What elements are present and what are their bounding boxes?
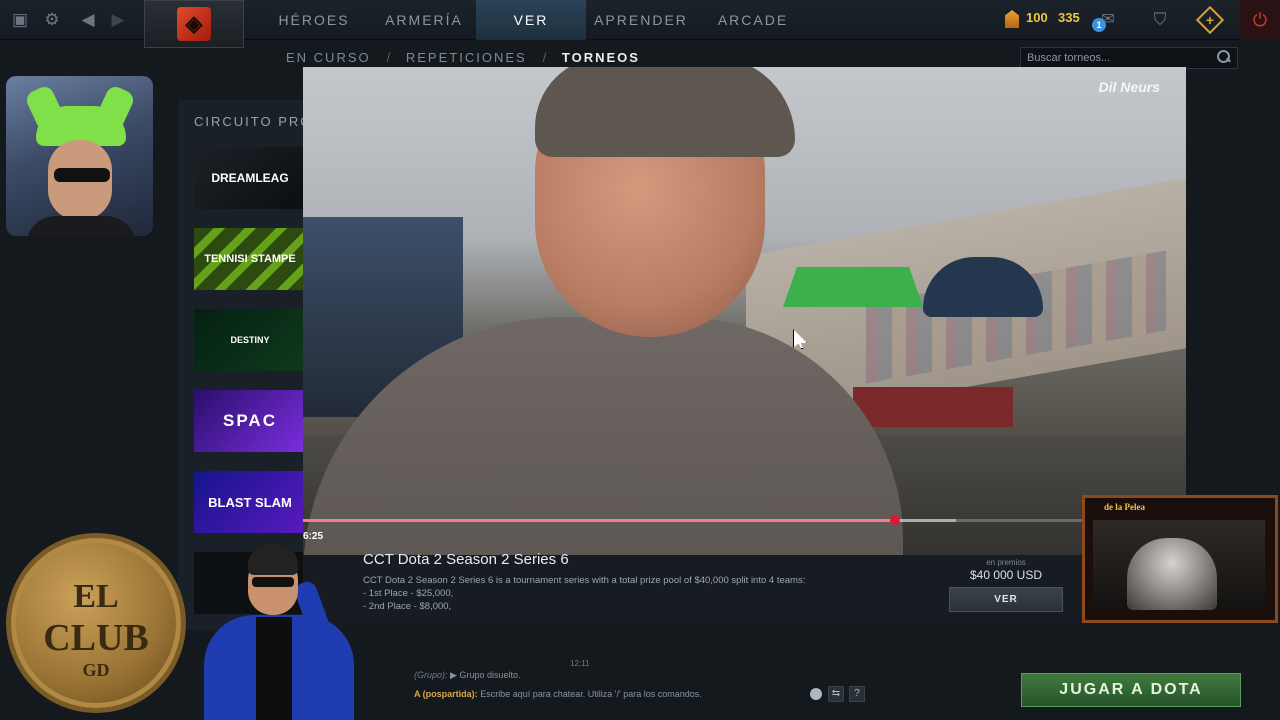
settings-gear-icon[interactable]: ⚙ (42, 10, 62, 30)
chat-text: ▶ Grupo disuelto. (450, 670, 521, 680)
chat-input[interactable]: A (pospartida): Escribe aquí para chatea… (414, 686, 868, 702)
prize-label: en premios (986, 558, 1026, 567)
coin-text-el: EL (73, 578, 119, 615)
black-shirt (256, 617, 292, 720)
tournament-tile-tennisi[interactable]: TENNISI STAMPE (194, 228, 306, 290)
video-person-cap (535, 67, 795, 157)
fight-overlay-image (1093, 520, 1265, 610)
forward-arrow-icon[interactable]: ▶ (108, 10, 128, 30)
subnav-replays[interactable]: REPETICIONES (406, 50, 527, 65)
coin-text-club: CLUB (43, 617, 149, 659)
search-placeholder: Buscar torneos... (1027, 52, 1111, 64)
fight-overlay-label: de la Pelea (1104, 502, 1145, 512)
top-nav-bar: ▣ ⚙ ◀ ▶ ◈ HÉROES ARMERÍA VER APRENDER AR… (0, 0, 1280, 48)
video-player[interactable]: Dil Neurs 6:25 ◉ ▤ (303, 67, 1186, 555)
plus-icon: + (1205, 12, 1215, 28)
tournament-title: CCT Dota 2 Season 2 Series 6 (363, 551, 569, 568)
statue-bust (1127, 538, 1217, 610)
power-icon[interactable]: ⏻ (1240, 0, 1280, 40)
search-tournaments-input[interactable]: Buscar torneos... (1020, 47, 1238, 69)
search-icon[interactable] (1217, 50, 1231, 64)
streamer-hair (248, 545, 298, 575)
dashboard-icon[interactable]: ▣ (10, 10, 30, 30)
description-text: CCT Dota 2 Season 2 Series 6 is a tourna… (363, 575, 806, 586)
tile-label: DESTINY (230, 335, 270, 345)
video-market-stall (853, 387, 1013, 427)
streamer-cutout (190, 545, 360, 720)
chat-help-button[interactable]: ? (849, 686, 865, 702)
chat-target: A (pospartida): (414, 689, 478, 699)
fight-overlay-frame (1082, 495, 1278, 623)
dota-plus-button[interactable]: + (1195, 5, 1225, 35)
armor-icon[interactable]: ⛉ (1150, 10, 1170, 30)
tournament-tile-space[interactable]: SPAC (194, 390, 306, 452)
video-green-tent (783, 267, 923, 307)
gold-count: 335 (1058, 10, 1080, 25)
back-arrow-icon[interactable]: ◀ (78, 10, 98, 30)
tab-learn[interactable]: APRENDER (590, 0, 692, 40)
subnav-live[interactable]: EN CURSO (286, 50, 371, 65)
video-progress-bar[interactable] (303, 515, 1186, 525)
watch-subnav: EN CURSO / REPETICIONES / TORNEOS (286, 50, 640, 65)
shards-icon (1005, 10, 1019, 28)
coin-text-gd: GD (82, 660, 110, 680)
chat-timestamp: 12:11 (570, 659, 590, 668)
notification-badge: 1 (1092, 18, 1106, 32)
sunglasses (54, 168, 110, 182)
tab-heroes[interactable]: HÉROES (270, 0, 358, 40)
subnav-tournaments[interactable]: TORNEOS (562, 50, 640, 65)
tab-armory[interactable]: ARMERÍA (374, 0, 474, 40)
streamer-webcam (6, 76, 153, 236)
dota-logo[interactable]: ◈ (144, 0, 244, 48)
tournament-tile-destiny[interactable]: DESTINY (194, 309, 306, 371)
tile-label: DREAMLEAG (211, 171, 289, 185)
tab-watch[interactable]: VER (476, 0, 586, 40)
chat-placeholder: Escribe aquí para chatear. Utiliza '/' p… (480, 689, 702, 699)
prize-value: $40 000 USD (969, 568, 1043, 582)
first-place-text: - 1st Place - $25,000, (363, 588, 454, 599)
dota-logo-icon: ◈ (177, 7, 211, 41)
el-club-coin-logo: EL CLUB GD (6, 533, 186, 713)
chat-wheel-icon[interactable]: ⇆ (828, 686, 844, 702)
tile-label: SPAC (223, 411, 277, 430)
video-time: 6:25 (303, 531, 324, 542)
tile-label: BLAST SLAM (208, 494, 292, 510)
streamer-shirt (26, 216, 136, 236)
tile-label: TENNISI STAMPE (204, 253, 296, 265)
tab-arcade[interactable]: ARCADE (706, 0, 800, 40)
sunglasses (252, 577, 294, 587)
emoji-icon[interactable] (810, 688, 822, 700)
view-tournament-button[interactable]: VER (949, 587, 1063, 612)
chat-channel: (Grupo): (414, 670, 448, 680)
tournament-tile-blast-slam[interactable]: BLAST SLAM (194, 471, 306, 533)
tournament-description: CCT Dota 2 Season 2 Series 6 is a tourna… (363, 574, 923, 613)
video-scrub-handle[interactable] (889, 515, 900, 525)
shards-count: 100 (1026, 10, 1048, 25)
video-buffer (303, 519, 957, 522)
chat-message: (Grupo): ▶ Grupo disuelto. (414, 670, 521, 681)
second-place-text: - 2nd Place - $8,000, (363, 601, 452, 612)
tournament-tile-dreamleague[interactable]: DREAMLEAG (194, 147, 306, 209)
channel-watermark: Dil Neurs (1098, 79, 1160, 95)
play-dota-button[interactable]: JUGAR A DOTA (1021, 673, 1241, 707)
